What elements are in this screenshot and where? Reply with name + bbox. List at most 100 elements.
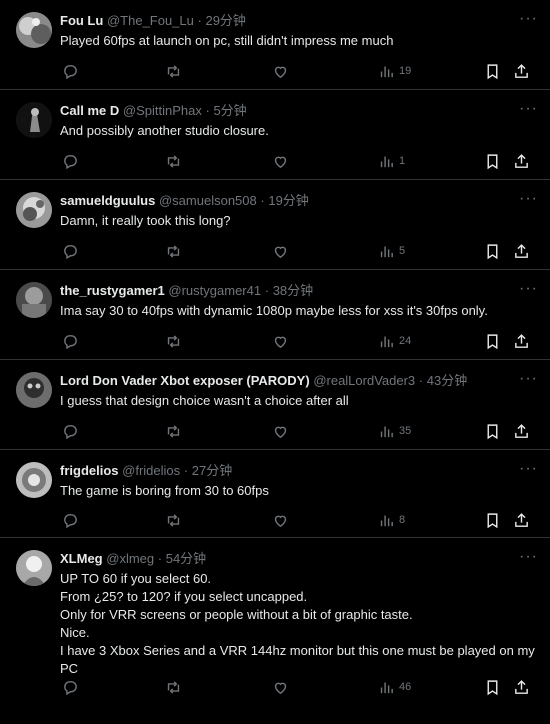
- share-button[interactable]: [513, 421, 530, 441]
- retweet-button[interactable]: [165, 510, 182, 530]
- reply-tweet[interactable]: Call me D @SpittinPhax · 5分钟 And possibl…: [0, 90, 550, 180]
- views-button[interactable]: 5: [378, 241, 405, 261]
- views-button[interactable]: 8: [378, 510, 405, 530]
- views-icon: [378, 63, 395, 80]
- reply-button[interactable]: [62, 241, 79, 261]
- bookmark-button[interactable]: [484, 677, 501, 697]
- more-options-icon[interactable]: ···: [519, 100, 538, 118]
- timestamp[interactable]: 43分钟: [427, 373, 467, 388]
- separator-dot: ·: [183, 463, 189, 478]
- avatar[interactable]: [16, 282, 52, 318]
- views-count: 1: [399, 155, 406, 167]
- retweet-button[interactable]: [165, 421, 182, 441]
- more-options-icon[interactable]: ···: [519, 548, 538, 566]
- user-handle[interactable]: @The_Fou_Lu: [107, 13, 194, 28]
- display-name[interactable]: Call me D: [60, 103, 119, 118]
- reply-button[interactable]: [62, 61, 79, 81]
- reply-tweet[interactable]: Fou Lu @The_Fou_Lu · 29分钟 Played 60fps a…: [0, 0, 550, 90]
- timestamp[interactable]: 5分钟: [213, 103, 246, 118]
- retweet-button[interactable]: [165, 241, 182, 261]
- bookmark-button[interactable]: [484, 421, 501, 441]
- like-button[interactable]: [272, 151, 289, 171]
- share-button[interactable]: [513, 677, 530, 697]
- avatar[interactable]: [16, 102, 52, 138]
- share-button[interactable]: [513, 241, 530, 261]
- avatar[interactable]: [16, 372, 52, 408]
- bookmark-icon: [484, 243, 501, 260]
- reply-button[interactable]: [62, 677, 79, 697]
- retweet-button[interactable]: [165, 151, 182, 171]
- share-button[interactable]: [513, 61, 530, 81]
- user-handle[interactable]: @fridelios: [122, 463, 180, 478]
- reply-tweet[interactable]: Lord Don Vader Xbot exposer (PARODY) @re…: [0, 360, 550, 450]
- avatar[interactable]: [16, 550, 52, 586]
- reply-tweet[interactable]: the_rustygamer1 @rustygamer41 · 38分钟 Ima…: [0, 270, 550, 360]
- more-options-icon[interactable]: ···: [519, 370, 538, 388]
- user-handle[interactable]: @xlmeg: [106, 551, 154, 566]
- retweet-button[interactable]: [165, 677, 182, 697]
- reply-button[interactable]: [62, 510, 79, 530]
- more-options-icon[interactable]: ···: [519, 280, 538, 298]
- reply-icon: [62, 512, 79, 529]
- bookmark-button[interactable]: [484, 331, 501, 351]
- reply-tweet[interactable]: XLMeg @xlmeg · 54分钟 UP TO 60 if you sele…: [0, 538, 550, 724]
- timestamp[interactable]: 38分钟: [273, 283, 313, 298]
- views-button[interactable]: 19: [378, 61, 411, 81]
- display-name[interactable]: XLMeg: [60, 551, 103, 566]
- user-handle[interactable]: @rustygamer41: [168, 283, 261, 298]
- avatar[interactable]: [16, 462, 52, 498]
- display-name[interactable]: Lord Don Vader Xbot exposer (PARODY): [60, 373, 310, 388]
- share-button[interactable]: [513, 331, 530, 351]
- like-button[interactable]: [272, 61, 289, 81]
- bookmark-icon: [484, 153, 501, 170]
- views-button[interactable]: 1: [378, 151, 405, 171]
- bookmark-button[interactable]: [484, 241, 501, 261]
- like-button[interactable]: [272, 677, 289, 697]
- bookmark-icon: [484, 333, 501, 350]
- share-icon: [513, 512, 530, 529]
- more-options-icon[interactable]: ···: [519, 10, 538, 28]
- display-name[interactable]: samueldguulus: [60, 193, 155, 208]
- views-button[interactable]: 35: [378, 421, 411, 441]
- bookmark-icon: [484, 679, 501, 696]
- user-handle[interactable]: @SpittinPhax: [123, 103, 202, 118]
- user-handle[interactable]: @realLordVader3: [313, 373, 415, 388]
- like-button[interactable]: [272, 331, 289, 351]
- retweet-button[interactable]: [165, 331, 182, 351]
- retweet-button[interactable]: [165, 61, 182, 81]
- bookmark-button[interactable]: [484, 151, 501, 171]
- reply-feed: Fou Lu @The_Fou_Lu · 29分钟 Played 60fps a…: [0, 0, 550, 724]
- avatar[interactable]: [16, 192, 52, 228]
- tweet-text: I guess that design choice wasn't a choi…: [60, 393, 349, 408]
- tweet-body: Fou Lu @The_Fou_Lu · 29分钟 Played 60fps a…: [60, 12, 536, 50]
- reply-tweet[interactable]: samueldguulus @samuelson508 · 19分钟 Damn,…: [0, 180, 550, 270]
- display-name[interactable]: frigdelios: [60, 463, 119, 478]
- share-button[interactable]: [513, 510, 530, 530]
- reply-button[interactable]: [62, 331, 79, 351]
- share-button[interactable]: [513, 151, 530, 171]
- tweet-header: frigdelios @fridelios · 27分钟: [60, 462, 536, 480]
- display-name[interactable]: Fou Lu: [60, 13, 103, 28]
- avatar[interactable]: [16, 12, 52, 48]
- more-options-icon[interactable]: ···: [519, 460, 538, 478]
- bookmark-button[interactable]: [484, 510, 501, 530]
- timestamp[interactable]: 27分钟: [192, 463, 232, 478]
- views-button[interactable]: 46: [378, 677, 411, 697]
- more-options-icon[interactable]: ···: [519, 190, 538, 208]
- user-handle[interactable]: @samuelson508: [159, 193, 257, 208]
- reply-tweet[interactable]: frigdelios @fridelios · 27分钟 The game is…: [0, 450, 550, 538]
- retweet-icon: [165, 243, 182, 260]
- like-button[interactable]: [272, 241, 289, 261]
- views-button[interactable]: 24: [378, 331, 411, 351]
- like-button[interactable]: [272, 510, 289, 530]
- views-count: 8: [399, 514, 406, 526]
- like-button[interactable]: [272, 421, 289, 441]
- retweet-icon: [165, 153, 182, 170]
- display-name[interactable]: the_rustygamer1: [60, 283, 165, 298]
- reply-button[interactable]: [62, 421, 79, 441]
- reply-button[interactable]: [62, 151, 79, 171]
- bookmark-button[interactable]: [484, 61, 501, 81]
- timestamp[interactable]: 29分钟: [205, 13, 245, 28]
- timestamp[interactable]: 19分钟: [268, 193, 308, 208]
- timestamp[interactable]: 54分钟: [166, 551, 206, 566]
